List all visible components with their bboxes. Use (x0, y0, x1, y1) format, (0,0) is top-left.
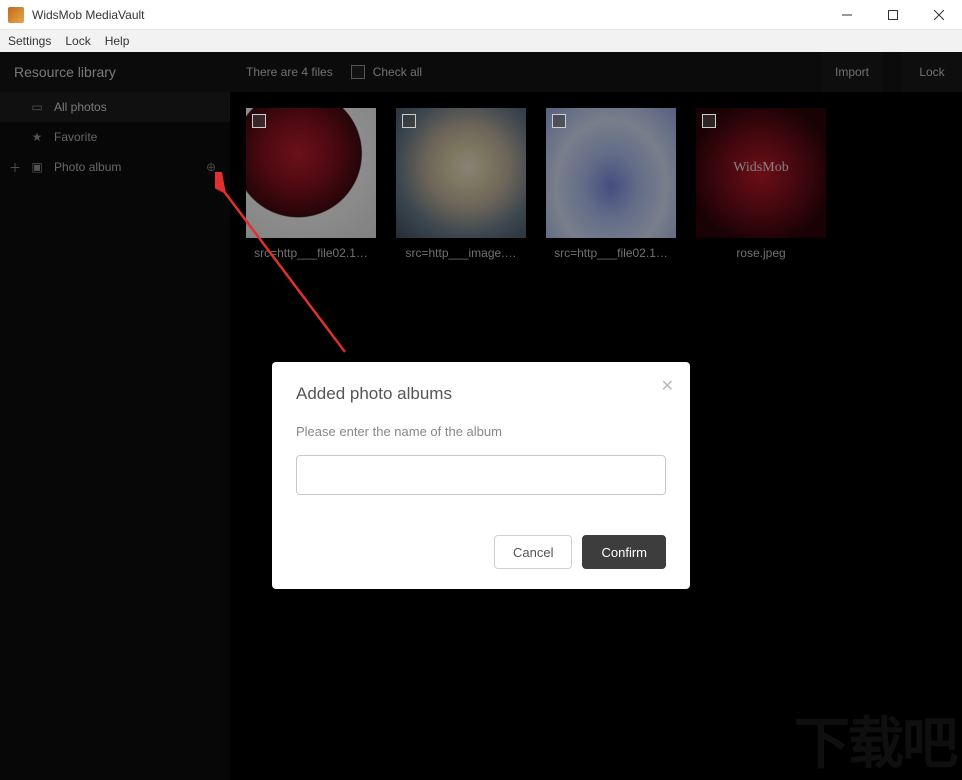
cancel-button[interactable]: Cancel (494, 535, 572, 569)
window-controls (824, 0, 962, 30)
window-titlebar: WidsMob MediaVault (0, 0, 962, 30)
menu-bar: Settings Lock Help (0, 30, 962, 52)
thumb-checkbox[interactable] (402, 114, 416, 128)
thumb-checkbox[interactable] (702, 114, 716, 128)
app-icon (8, 7, 24, 23)
menu-help[interactable]: Help (105, 34, 130, 48)
minimize-button[interactable] (824, 0, 870, 30)
dialog-close-icon[interactable]: ✕ (661, 376, 674, 396)
thumb-checkbox[interactable] (252, 114, 266, 128)
album-name-input[interactable] (296, 455, 666, 495)
thumb-checkbox[interactable] (552, 114, 566, 128)
confirm-button[interactable]: Confirm (582, 535, 666, 569)
close-button[interactable] (916, 0, 962, 30)
window-title: WidsMob MediaVault (32, 8, 824, 22)
dialog-prompt: Please enter the name of the album (296, 424, 666, 439)
add-album-dialog: ✕ Added photo albums Please enter the na… (272, 362, 690, 589)
app-body: Resource library ▭ All photos ★ Favorite… (0, 52, 962, 780)
maximize-button[interactable] (870, 0, 916, 30)
menu-settings[interactable]: Settings (8, 34, 51, 48)
dialog-title: Added photo albums (296, 384, 666, 404)
menu-lock[interactable]: Lock (65, 34, 90, 48)
